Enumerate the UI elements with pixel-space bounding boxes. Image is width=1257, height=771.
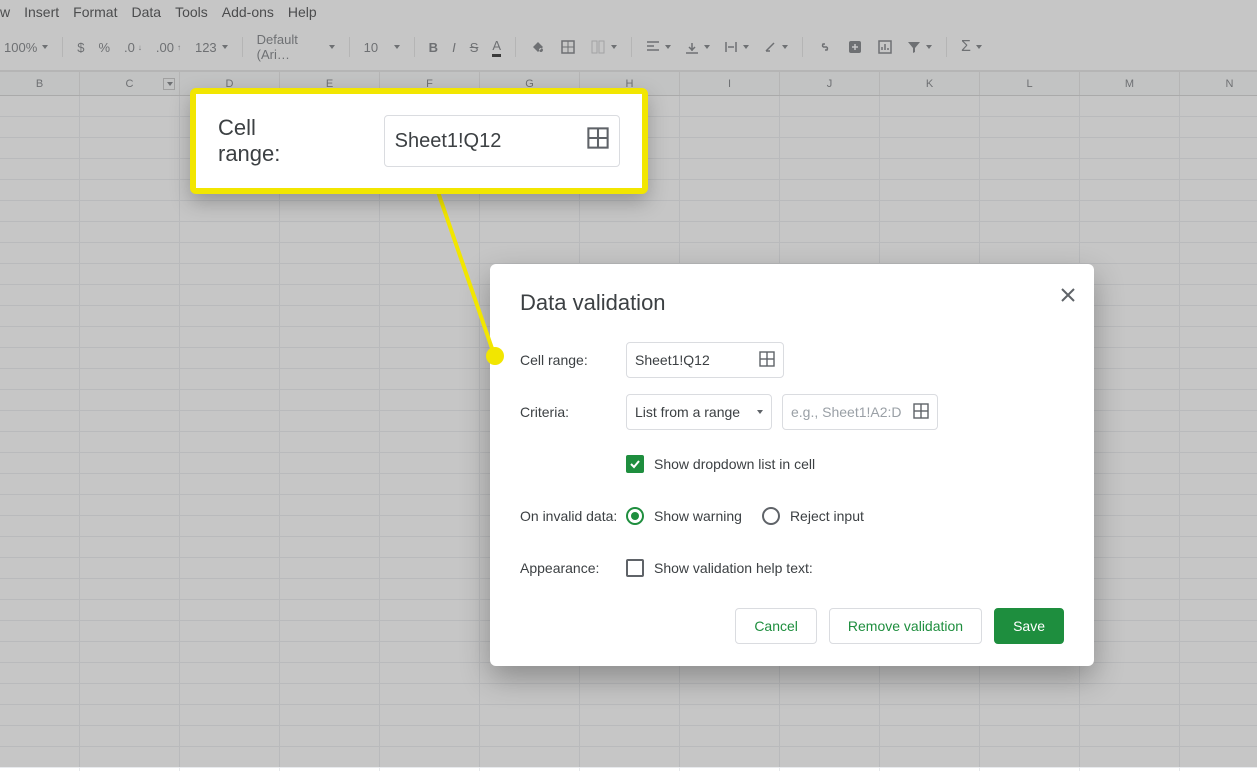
save-button[interactable]: Save bbox=[994, 608, 1064, 644]
reject-input-label: Reject input bbox=[790, 508, 864, 524]
show-warning-label: Show warning bbox=[654, 508, 742, 524]
callout-cell-range-input[interactable]: Sheet1!Q12 bbox=[384, 115, 620, 167]
criteria-label: Criteria: bbox=[520, 404, 626, 420]
callout-label: Cell range: bbox=[218, 115, 324, 167]
cell-range-input[interactable]: Sheet1!Q12 bbox=[626, 342, 784, 378]
close-icon bbox=[1060, 287, 1076, 303]
cell-range-label: Cell range: bbox=[520, 352, 626, 368]
appearance-label: Appearance: bbox=[520, 560, 626, 576]
leader-line bbox=[418, 190, 508, 366]
grid-icon bbox=[587, 127, 609, 155]
help-text-checkbox[interactable] bbox=[626, 559, 644, 577]
dialog-title: Data validation bbox=[520, 290, 1064, 316]
check-icon bbox=[629, 458, 641, 470]
leader-dot bbox=[486, 347, 504, 365]
data-validation-dialog: Data validation Cell range: Sheet1!Q12 C… bbox=[490, 264, 1094, 666]
show-dropdown-checkbox[interactable] bbox=[626, 455, 644, 473]
dialog-close-button[interactable] bbox=[1060, 286, 1076, 309]
grid-icon[interactable] bbox=[913, 403, 929, 422]
show-dropdown-label: Show dropdown list in cell bbox=[654, 456, 815, 472]
cancel-button[interactable]: Cancel bbox=[735, 608, 817, 644]
highlight-callout: Cell range: Sheet1!Q12 bbox=[190, 88, 648, 194]
criteria-type-dropdown[interactable]: List from a range bbox=[626, 394, 772, 430]
remove-validation-button[interactable]: Remove validation bbox=[829, 608, 982, 644]
chevron-down-icon bbox=[757, 410, 763, 414]
help-text-label: Show validation help text: bbox=[654, 560, 813, 576]
show-warning-radio[interactable] bbox=[626, 507, 644, 525]
callout-range-value: Sheet1!Q12 bbox=[395, 130, 502, 153]
grid-icon[interactable] bbox=[759, 351, 775, 370]
criteria-range-input[interactable]: e.g., Sheet1!A2:D bbox=[782, 394, 938, 430]
on-invalid-label: On invalid data: bbox=[520, 508, 626, 524]
reject-input-radio[interactable] bbox=[762, 507, 780, 525]
